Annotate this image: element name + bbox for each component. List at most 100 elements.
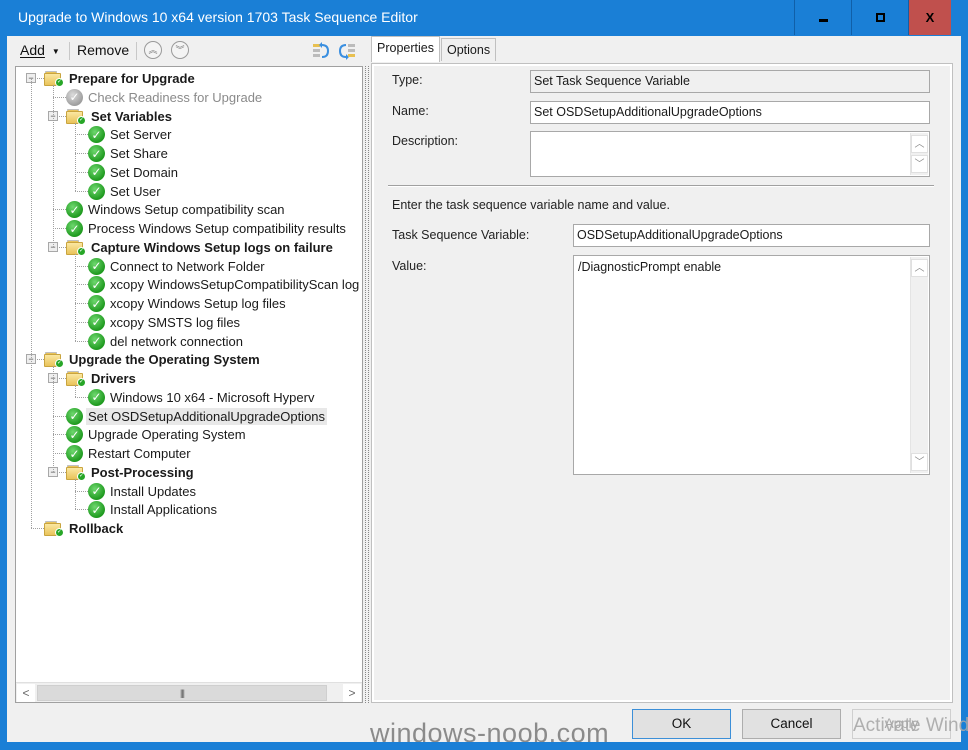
- cancel-button[interactable]: Cancel: [742, 709, 841, 739]
- tree-connector: [53, 434, 66, 436]
- minimize-button[interactable]: [794, 0, 851, 35]
- remove-button[interactable]: Remove: [77, 42, 129, 58]
- tree-item-label: Set User: [110, 183, 161, 199]
- tree-connector: [53, 209, 66, 211]
- tree-group-item[interactable]: ✓ Rollback: [44, 519, 125, 538]
- tree-step-item[interactable]: ✓ Check Readiness for Upgrade: [66, 88, 264, 107]
- tree-step-item[interactable]: ✓ Process Windows Setup compatibility res…: [66, 219, 348, 238]
- variable-input[interactable]: OSDSetupAdditionalUpgradeOptions: [573, 224, 930, 247]
- ok-button[interactable]: OK: [632, 709, 731, 739]
- check-icon: ✓: [88, 163, 105, 181]
- scroll-up-button[interactable]: ︿: [911, 135, 928, 153]
- expand-all-icon: [313, 42, 330, 58]
- scroll-down-button[interactable]: ﹀: [911, 155, 928, 173]
- tree-connector: [75, 284, 88, 286]
- tree-step-item[interactable]: ✓ Restart Computer: [66, 444, 193, 463]
- check-icon: ✓: [66, 426, 83, 444]
- tree-step-item[interactable]: ✓ Windows 10 x64 - Microsoft Hyperv: [88, 388, 316, 407]
- tree-item-label: Rollback: [69, 521, 124, 536]
- horizontal-scrollbar[interactable]: < ||| >: [16, 682, 362, 702]
- move-up-button[interactable]: ︽: [144, 41, 162, 59]
- toolbar: Add ▼ Remove ︽ ︾: [7, 36, 365, 64]
- tree-item-label: Connect to Network Folder: [110, 258, 265, 274]
- minimize-icon: [818, 19, 828, 22]
- chevron-right-icon: >: [348, 686, 356, 700]
- description-input[interactable]: ︿ ﹀: [530, 131, 930, 177]
- task-sequence-tree[interactable]: ✓ Prepare for Upgrade − ✓ Check Readiness fo…: [15, 66, 363, 703]
- close-icon: X: [925, 10, 935, 25]
- scrollbar-thumb[interactable]: |||: [37, 685, 327, 701]
- check-icon: ✓: [88, 126, 105, 144]
- tree-item-label: Windows Setup compatibility scan: [88, 202, 285, 218]
- tree-item-label: Set Share: [110, 146, 168, 161]
- collapse-all-icon: [338, 44, 355, 60]
- tree-group-item[interactable]: ✓ Capture Windows Setup logs on failure: [66, 238, 335, 257]
- tab-properties[interactable]: Properties: [371, 36, 440, 62]
- tree-step-item[interactable]: ✓ Upgrade Operating System: [66, 425, 248, 444]
- collapse-all-button[interactable]: [337, 41, 357, 61]
- chevron-down-icon: ▼: [51, 46, 60, 56]
- description-scrollbar[interactable]: ︿ ﹀: [910, 133, 928, 175]
- check-icon: ✓: [88, 313, 105, 331]
- tree-step-item[interactable]: ✓ Install Updates: [88, 482, 198, 501]
- tree-step-item[interactable]: ✓ Set OSDSetupAdditionalUpgradeOptions: [66, 407, 328, 426]
- check-icon: ✓: [88, 276, 105, 294]
- check-icon: ✓: [88, 145, 105, 162]
- task-sequence-editor-window: Upgrade to Windows 10 x64 version 1703 T…: [0, 0, 968, 750]
- window-bottom-border: [0, 742, 968, 750]
- tree-group-item[interactable]: ✓ Drivers: [66, 369, 138, 388]
- folder-icon: ✓: [44, 520, 64, 537]
- tree-step-item[interactable]: ✓ Connect to Network Folder: [88, 257, 267, 276]
- tree-group-item[interactable]: ✓ Prepare for Upgrade: [44, 69, 197, 88]
- scroll-right-button[interactable]: >: [343, 684, 361, 702]
- scroll-left-button[interactable]: <: [17, 684, 35, 702]
- tree-item-label: xcopy WindowsSetupCompatibilityScan log …: [110, 277, 363, 293]
- tree-step-item[interactable]: ✓ xcopy WindowsSetupCompatibilityScan log…: [88, 275, 363, 294]
- maximize-button[interactable]: [851, 0, 908, 35]
- tree-step-item[interactable]: ✓ Windows Setup compatibility scan: [66, 200, 287, 219]
- check-icon: ✓: [88, 257, 105, 275]
- add-menu-button[interactable]: Add ▼: [20, 42, 60, 58]
- tree-connector: [31, 528, 44, 529]
- value-scrollbar[interactable]: ︿ ﹀: [910, 257, 928, 473]
- tree-connector: [75, 265, 88, 267]
- tree-item-label: Set Domain: [110, 164, 178, 180]
- tree-group-item[interactable]: ✓ Upgrade the Operating System: [44, 350, 262, 369]
- tree-group-item[interactable]: ✓ Set Variables: [66, 107, 174, 126]
- tree-item-label: Restart Computer: [88, 446, 191, 461]
- tree-item-label: xcopy SMSTS log files: [110, 314, 241, 330]
- scroll-down-button[interactable]: ﹀: [911, 453, 928, 471]
- tree-group-item[interactable]: ✓ Post-Processing: [66, 463, 196, 482]
- tree-step-item[interactable]: ✓ Set Server: [88, 125, 173, 144]
- title-bar[interactable]: Upgrade to Windows 10 x64 version 1703 T…: [0, 0, 968, 36]
- pane-splitter[interactable]: [365, 66, 369, 703]
- value-input[interactable]: /DiagnosticPrompt enable ︿ ﹀: [573, 255, 930, 475]
- tree-connector: [53, 453, 66, 454]
- tree-step-item[interactable]: ✓ Install Applications: [88, 500, 219, 519]
- tree-item-label: Post-Processing: [91, 464, 194, 480]
- scroll-up-button[interactable]: ︿: [911, 259, 928, 277]
- tree-guide-line: [75, 478, 76, 510]
- tree-step-item[interactable]: ✓ xcopy SMSTS log files: [88, 313, 242, 332]
- tree-item-label: Install Updates: [110, 483, 196, 499]
- tree-step-item[interactable]: ✓ Set User: [88, 182, 163, 201]
- type-field: Set Task Sequence Variable: [530, 70, 930, 93]
- name-input[interactable]: Set OSDSetupAdditionalUpgradeOptions: [530, 101, 930, 124]
- close-button[interactable]: X: [908, 0, 951, 35]
- folder-icon: ✓: [66, 239, 86, 256]
- tree-connector: [53, 228, 66, 229]
- chevron-down-icon: ﹀: [914, 457, 925, 468]
- move-down-button[interactable]: ︾: [171, 41, 189, 59]
- tab-options[interactable]: Options: [441, 38, 497, 61]
- tree-step-item[interactable]: ✓ Set Domain: [88, 163, 180, 182]
- tree-step-item[interactable]: ✓ del network connection: [88, 332, 245, 351]
- tree-item-label: Check Readiness for Upgrade: [88, 89, 263, 105]
- tree-step-item[interactable]: ✓ Set Share: [88, 144, 170, 163]
- expand-all-button[interactable]: [311, 41, 331, 61]
- check-icon: ✓: [66, 220, 83, 237]
- folder-icon: ✓: [44, 351, 64, 369]
- tree-item-label: xcopy Windows Setup log files: [110, 296, 286, 311]
- chevron-left-icon: <: [22, 686, 30, 700]
- tree-connector: [53, 415, 66, 417]
- tree-step-item[interactable]: ✓ xcopy Windows Setup log files: [88, 294, 288, 313]
